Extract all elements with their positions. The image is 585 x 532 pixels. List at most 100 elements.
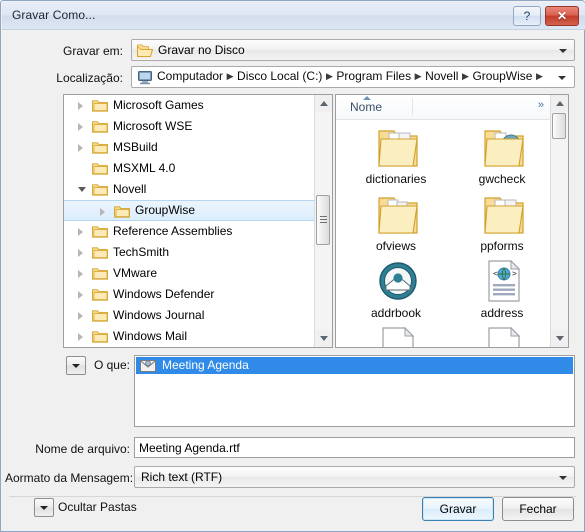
- expander-collapsed-icon[interactable]: [78, 312, 83, 320]
- tree-item-label: Microsoft WSE: [113, 119, 193, 133]
- tree-item-microsoft-games[interactable]: Microsoft Games: [64, 95, 316, 116]
- expander-collapsed-icon[interactable]: [78, 333, 83, 341]
- hide-folders-toggle-button[interactable]: [34, 498, 54, 517]
- what-listbox[interactable]: Meeting Agenda: [134, 355, 575, 427]
- tree-scroll-thumb[interactable]: [316, 195, 330, 245]
- column-header-name[interactable]: Nome: [350, 100, 382, 114]
- tree-item-msxml-4-0[interactable]: MSXML 4.0: [64, 158, 316, 179]
- tree-item-label: TechSmith: [113, 245, 170, 259]
- close-button[interactable]: Fechar: [502, 497, 574, 521]
- breadcrumb-separator-icon[interactable]: ▶: [459, 71, 471, 82]
- file-grid-item[interactable]: ofviews: [346, 190, 446, 256]
- save-as-dialog: Gravar Como... ? ✕ Gravar em: Gravar no …: [0, 0, 585, 532]
- tree-item-label: GroupWise: [135, 203, 196, 217]
- file-scroll-down-button[interactable]: [551, 330, 568, 347]
- arrow-down-icon: [320, 336, 328, 341]
- tree-item-groupwise[interactable]: GroupWise: [64, 200, 316, 221]
- breadcrumb-item-0[interactable]: Computador: [156, 69, 224, 83]
- tree-item-windows-journal[interactable]: Windows Journal: [64, 305, 316, 326]
- expander-collapsed-icon[interactable]: [78, 102, 83, 110]
- filename-input[interactable]: Meeting Agenda.rtf: [134, 437, 575, 458]
- folder-open-icon: [137, 44, 153, 57]
- expander-collapsed-icon[interactable]: [78, 249, 83, 257]
- tree-scroll-up-button[interactable]: [315, 95, 332, 112]
- tree-item-novell[interactable]: Novell: [64, 179, 316, 200]
- tree-vertical-scrollbar[interactable]: [314, 95, 332, 347]
- file-grid-item-label: ofviews: [375, 239, 416, 253]
- file-list-pane: Nome » dictionaries gwcheck ofviews ppforms…: [335, 94, 569, 348]
- message-format-value: Rich text (RTF): [141, 470, 223, 484]
- breadcrumb-separator-icon[interactable]: ▶: [533, 71, 545, 82]
- arrow-up-icon: [556, 101, 564, 106]
- tree-item-label: VMware: [113, 266, 158, 280]
- tree-item-label: Microsoft Games: [113, 98, 204, 112]
- column-overflow-icon[interactable]: »: [538, 99, 544, 111]
- scroll-grip-icon: [320, 216, 327, 224]
- expander-collapsed-icon[interactable]: [78, 291, 83, 299]
- folder-icon: [92, 100, 108, 112]
- list-item[interactable]: Meeting Agenda: [136, 357, 573, 374]
- file-grid-item[interactable]: addrbook: [346, 257, 446, 323]
- breadcrumb-item-3[interactable]: Novell: [424, 69, 459, 83]
- folder-docs-icon: [484, 197, 524, 234]
- chevron-down-icon: [559, 476, 567, 480]
- window-title: Gravar Como...: [12, 8, 96, 22]
- file-scroll-thumb[interactable]: [552, 113, 566, 139]
- location-breadcrumb-bar[interactable]: Computador ▶ Disco Local (C:) ▶ Program File…: [131, 66, 575, 88]
- breadcrumb: Computador ▶ Disco Local (C:) ▶ Program File…: [156, 69, 545, 83]
- folder-tree-list[interactable]: Microsoft Games Microsoft WSE MSBuild MSXML…: [64, 95, 316, 347]
- breadcrumb-item-4[interactable]: GroupWise: [471, 69, 533, 83]
- expander-collapsed-icon[interactable]: [78, 144, 83, 152]
- expander-collapsed-icon[interactable]: [78, 228, 83, 236]
- close-window-button[interactable]: ✕: [545, 6, 579, 26]
- expander-collapsed-icon[interactable]: [78, 123, 83, 131]
- expander-collapsed-icon[interactable]: [100, 208, 105, 216]
- file-list-column-header[interactable]: Nome »: [336, 95, 552, 120]
- folder-icon: [92, 310, 108, 322]
- tree-item-windows-defender[interactable]: Windows Defender: [64, 284, 316, 305]
- help-button[interactable]: ?: [513, 6, 541, 26]
- file-grid-item[interactable]: dictionaries: [346, 123, 446, 189]
- breadcrumb-separator-icon[interactable]: ▶: [323, 71, 335, 82]
- expander-collapsed-icon[interactable]: [78, 270, 83, 278]
- folder-disc-icon: [484, 130, 524, 167]
- tree-item-msbuild[interactable]: MSBuild: [64, 137, 316, 158]
- breadcrumb-item-2[interactable]: Program Files: [335, 69, 412, 83]
- tree-item-reference-assemblies[interactable]: Reference Assemblies: [64, 221, 316, 242]
- tree-item-label: Windows Journal: [113, 308, 205, 322]
- save-button[interactable]: Gravar: [422, 497, 494, 521]
- breadcrumb-item-1[interactable]: Disco Local (C:): [236, 69, 323, 83]
- column-divider[interactable]: [412, 98, 413, 115]
- expander-expanded-icon[interactable]: [78, 187, 86, 192]
- message-format-combo[interactable]: Rich text (RTF): [134, 466, 575, 488]
- folder-icon: [92, 331, 108, 343]
- arrow-up-icon: [320, 101, 328, 106]
- what-label: O que:: [93, 358, 130, 372]
- save-in-value: Gravar no Disco: [158, 43, 245, 57]
- tree-scroll-down-button[interactable]: [315, 330, 332, 347]
- folder-icon: [92, 142, 108, 154]
- save-in-combo[interactable]: Gravar no Disco: [131, 39, 575, 61]
- what-dropdown-button[interactable]: [66, 356, 86, 375]
- file-grid-item[interactable]: < > address: [452, 257, 552, 323]
- file-list-vertical-scrollbar[interactable]: [550, 95, 568, 347]
- file-icon-grid[interactable]: dictionaries gwcheck ofviews ppforms addrboo…: [336, 119, 552, 347]
- tree-item-label: MSXML 4.0: [113, 161, 176, 175]
- tree-item-windows-mail[interactable]: Windows Mail: [64, 326, 316, 347]
- file-grid-item[interactable]: ppforms: [452, 190, 552, 256]
- hide-folders-label[interactable]: Ocultar Pastas: [58, 500, 168, 514]
- tree-item-techsmith[interactable]: TechSmith: [64, 242, 316, 263]
- breadcrumb-separator-icon[interactable]: ▶: [412, 71, 424, 82]
- breadcrumb-separator-icon[interactable]: ▶: [224, 71, 236, 82]
- svg-text:<: <: [493, 269, 498, 278]
- breadcrumb-dropdown-icon[interactable]: [558, 76, 566, 80]
- file-scroll-up-button[interactable]: [551, 95, 568, 112]
- tree-item-microsoft-wse[interactable]: Microsoft WSE: [64, 116, 316, 137]
- svg-text:>: >: [512, 269, 517, 278]
- file-grid-item[interactable]: gwcheck: [452, 123, 552, 189]
- arrow-down-icon: [556, 336, 564, 341]
- document-icon: [382, 326, 415, 347]
- tree-item-label: Reference Assemblies: [113, 224, 233, 238]
- folder-icon: [114, 206, 130, 218]
- tree-item-vmware[interactable]: VMware: [64, 263, 316, 284]
